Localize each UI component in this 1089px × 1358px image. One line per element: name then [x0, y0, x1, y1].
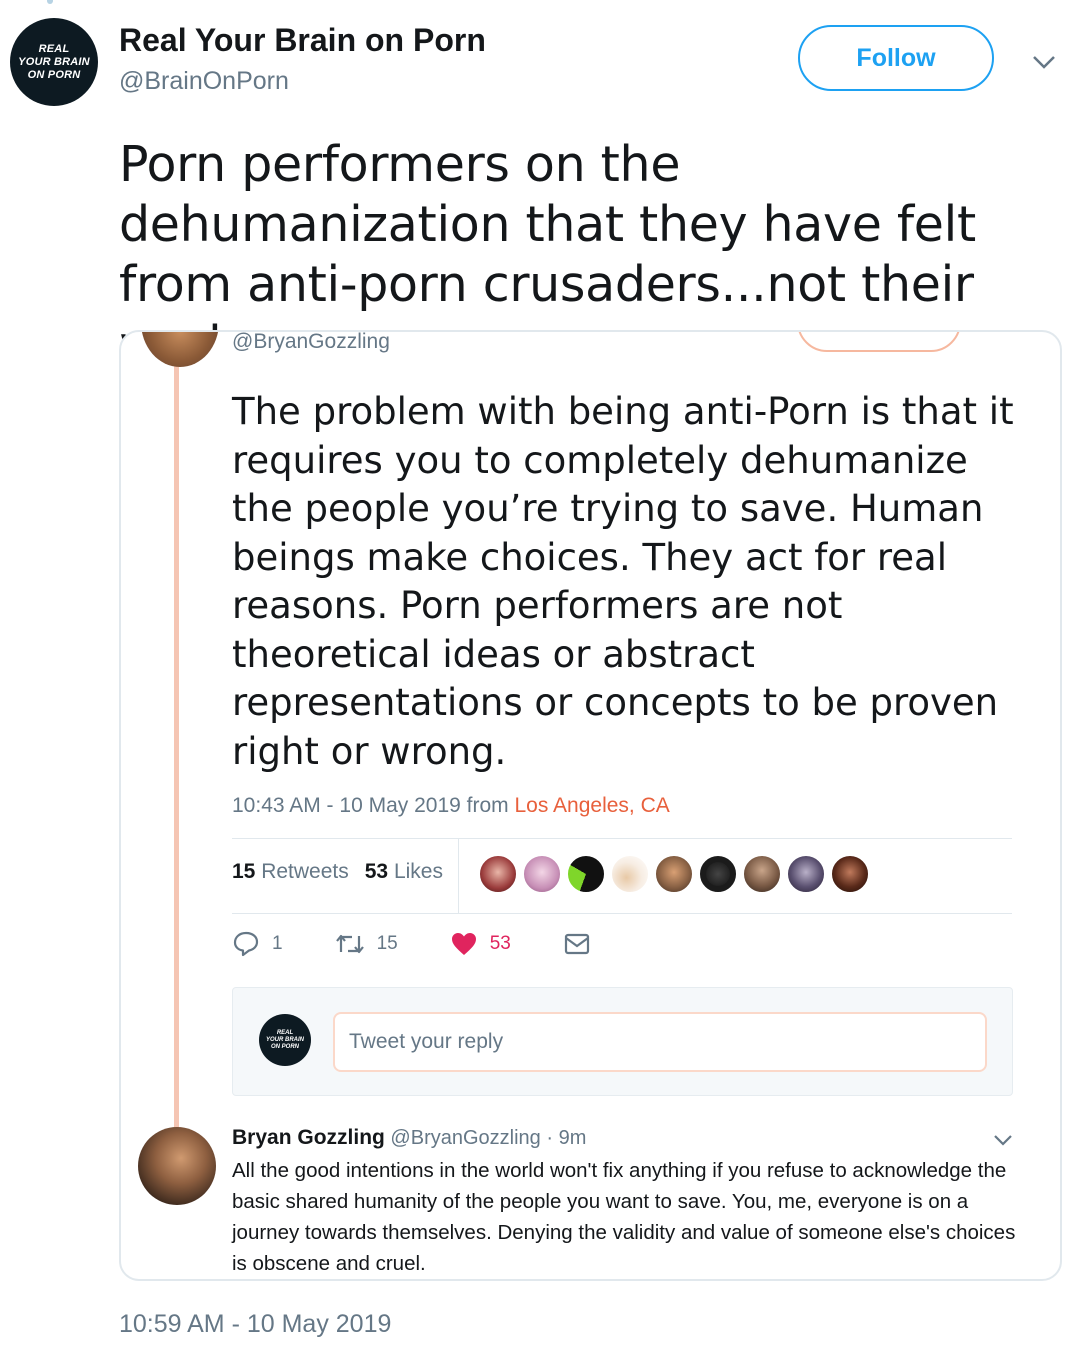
- liker-avatar[interactable]: [522, 854, 562, 894]
- heart-icon: [451, 933, 476, 955]
- quoted-tweet-location[interactable]: Los Angeles, CA: [514, 794, 669, 817]
- tweet-actions: 1 15 53: [232, 930, 643, 958]
- liker-avatar[interactable]: [654, 854, 694, 894]
- quoted-tweet-meta: 10:43 AM - 10 May 2019 from Los Angeles,…: [232, 794, 670, 818]
- avatar-text-line: YOUR BRAIN: [18, 55, 90, 68]
- like-count: 53: [489, 933, 511, 954]
- liker-avatar[interactable]: [742, 854, 782, 894]
- reply-author-avatar[interactable]: [138, 1127, 216, 1205]
- liker-avatar[interactable]: [566, 854, 606, 894]
- follow-button[interactable]: Follow: [798, 25, 994, 91]
- avatar-text-line: ON PORN: [270, 1043, 299, 1050]
- liker-avatar[interactable]: [830, 854, 870, 894]
- divider: [232, 838, 1012, 839]
- reply-header: Bryan Gozzling @BryanGozzling · 9m: [232, 1126, 586, 1150]
- reply-composer: REAL YOUR BRAIN ON PORN Tweet your reply: [232, 987, 1013, 1096]
- likes-stat[interactable]: 53 Likes: [365, 860, 443, 884]
- reply-action[interactable]: 1: [232, 930, 283, 958]
- like-action[interactable]: 53: [450, 931, 511, 957]
- liker-avatar[interactable]: [610, 854, 650, 894]
- quoted-follow-button[interactable]: [797, 332, 961, 352]
- chevron-down-icon[interactable]: [991, 1132, 1015, 1148]
- reply-author-handle[interactable]: @BryanGozzling: [390, 1127, 540, 1149]
- avatar-text-line: ON PORN: [27, 68, 81, 81]
- reply-text: All the good intentions in the world won…: [232, 1159, 1016, 1275]
- avatar-text-line: REAL: [38, 42, 70, 55]
- liker-avatar[interactable]: [786, 854, 826, 894]
- liker-avatar[interactable]: [698, 854, 738, 894]
- divider: [232, 913, 1012, 914]
- quoted-tweet-card[interactable]: @BryanGozzling The problem with being an…: [119, 330, 1062, 1281]
- scroll-indicator: [47, 0, 53, 4]
- retweet-icon: [335, 934, 364, 954]
- avatar-text-line: YOUR BRAIN: [265, 1036, 304, 1043]
- author-handle[interactable]: @BrainOnPorn: [119, 67, 289, 96]
- avatar-text-line: REAL: [276, 1029, 294, 1036]
- quoted-tweet-text: The problem with being anti-Porn is that…: [232, 390, 1014, 773]
- chevron-down-icon[interactable]: [1028, 50, 1060, 74]
- likers-avatars: [478, 854, 874, 894]
- reply-input[interactable]: Tweet your reply: [333, 1012, 987, 1072]
- envelope-icon: [564, 933, 589, 955]
- quoted-tweet-time[interactable]: 10:43 AM - 10 May 2019 from: [232, 794, 514, 817]
- liker-avatar[interactable]: [478, 854, 518, 894]
- current-user-avatar: REAL YOUR BRAIN ON PORN: [259, 1014, 311, 1066]
- retweet-count: 15: [376, 933, 398, 954]
- retweets-count: 15: [232, 860, 256, 883]
- reply-icon: [233, 931, 259, 957]
- retweet-action[interactable]: 15: [335, 932, 398, 956]
- quoted-author-avatar[interactable]: [141, 332, 219, 367]
- tweet-timestamp[interactable]: 10:59 AM - 10 May 2019: [119, 1310, 391, 1339]
- author-avatar[interactable]: REAL YOUR BRAIN ON PORN: [10, 18, 98, 106]
- reply-time[interactable]: · 9m: [546, 1127, 586, 1149]
- divider: [458, 839, 459, 913]
- quoted-author-handle[interactable]: @BryanGozzling: [232, 332, 390, 354]
- retweets-stat[interactable]: 15 Retweets: [232, 860, 349, 884]
- author-display-name[interactable]: Real Your Brain on Porn: [119, 22, 486, 59]
- reply-author-name[interactable]: Bryan Gozzling: [232, 1126, 385, 1149]
- thread-line: [174, 362, 179, 1152]
- tweet-stats: 15 Retweets 53 Likes: [232, 860, 443, 884]
- reply-count: 1: [272, 933, 283, 954]
- likes-count: 53: [364, 860, 389, 883]
- dm-action[interactable]: [563, 932, 591, 956]
- likes-label: Likes: [393, 860, 443, 883]
- retweets-label: Retweets: [261, 860, 349, 883]
